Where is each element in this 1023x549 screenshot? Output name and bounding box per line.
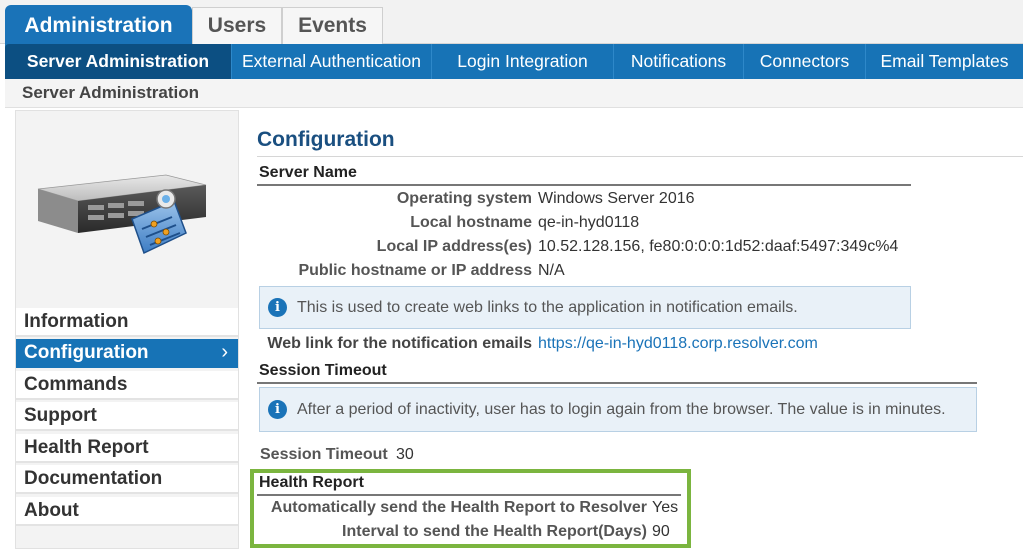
subnav-email-templates[interactable]: Email Templates bbox=[866, 44, 1023, 79]
value-operating-system: Windows Server 2016 bbox=[538, 190, 695, 207]
label-public-hostname: Public hostname or IP address bbox=[298, 262, 532, 279]
info-box-session-timeout: i After a period of inactivity, user has… bbox=[259, 387, 977, 432]
value-local-ip: 10.52.128.156, fe80:0:0:0:1d52:daaf:5497… bbox=[538, 238, 899, 255]
label-operating-system: Operating system bbox=[396, 190, 532, 207]
server-icon bbox=[37, 174, 207, 255]
tab-administration[interactable]: Administration bbox=[5, 5, 192, 45]
web-link-value[interactable]: https://qe-in-hyd0118.corp.resolver.com bbox=[538, 335, 818, 353]
sidebar-item-documentation[interactable]: Documentation bbox=[16, 465, 238, 494]
section-heading-health-report: Health Report bbox=[259, 474, 364, 491]
info-box-web-links: i This is used to create web links to th… bbox=[259, 286, 911, 329]
sidebar-item-information[interactable]: Information bbox=[16, 308, 238, 337]
sub-navigation: Server Administration External Authentic… bbox=[5, 44, 1023, 79]
divider bbox=[257, 184, 911, 186]
page-title: Configuration bbox=[257, 128, 395, 151]
label-web-link: Web link for the notification emails bbox=[267, 335, 532, 352]
info-text: This is used to create web links to the … bbox=[297, 298, 798, 316]
label-local-hostname: Local hostname bbox=[410, 214, 532, 231]
subnav-notifications[interactable]: Notifications bbox=[614, 44, 744, 79]
top-tab-bar: Administration Users Events bbox=[0, 0, 1023, 45]
chevron-right-icon: › bbox=[221, 341, 228, 363]
subnav-login-integration[interactable]: Login Integration bbox=[432, 44, 614, 79]
value-health-report-interval: 90 bbox=[652, 523, 670, 540]
value-session-timeout: 30 bbox=[396, 446, 414, 463]
breadcrumb-bar: Server Administration bbox=[5, 79, 1023, 108]
sidebar-item-health-report[interactable]: Health Report bbox=[16, 434, 238, 463]
subnav-external-authentication[interactable]: External Authentication bbox=[232, 44, 432, 79]
divider bbox=[257, 494, 681, 496]
sidebar-item-support[interactable]: Support bbox=[16, 402, 238, 431]
section-heading-session-timeout: Session Timeout bbox=[259, 362, 387, 379]
divider bbox=[257, 156, 1023, 157]
section-heading-server-name: Server Name bbox=[259, 164, 357, 181]
info-text: After a period of inactivity, user has t… bbox=[297, 400, 946, 418]
main-content: Configuration Server Name Operating syst… bbox=[240, 110, 1023, 549]
label-auto-send-health-report: Automatically send the Health Report to … bbox=[270, 499, 647, 516]
info-icon: i bbox=[268, 298, 287, 317]
value-auto-send-health-report: Yes bbox=[652, 499, 679, 516]
label-local-ip: Local IP address(es) bbox=[376, 238, 532, 255]
subnav-connectors[interactable]: Connectors bbox=[744, 44, 866, 79]
subnav-server-administration[interactable]: Server Administration bbox=[5, 44, 232, 79]
label-session-timeout: Session Timeout bbox=[260, 446, 388, 463]
sidebar: Information Configuration › Commands Sup… bbox=[15, 110, 239, 549]
tab-events[interactable]: Events bbox=[282, 7, 383, 44]
sidebar-item-commands[interactable]: Commands bbox=[16, 371, 238, 400]
value-public-hostname: N/A bbox=[538, 262, 565, 279]
divider bbox=[257, 382, 977, 384]
sidebar-item-configuration[interactable]: Configuration › bbox=[16, 339, 238, 368]
label-health-report-interval: Interval to send the Health Report(Days) bbox=[342, 523, 647, 540]
breadcrumb: Server Administration bbox=[22, 83, 199, 102]
sidebar-item-label: Configuration bbox=[24, 341, 149, 363]
info-icon: i bbox=[268, 400, 287, 419]
value-local-hostname: qe-in-hyd0118 bbox=[538, 214, 640, 231]
sidebar-item-about[interactable]: About bbox=[16, 497, 238, 526]
tab-users[interactable]: Users bbox=[192, 7, 282, 44]
